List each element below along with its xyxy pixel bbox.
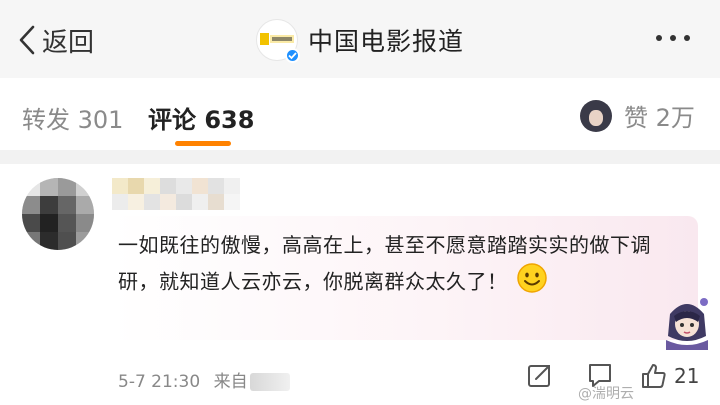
thumbs-up-icon <box>642 364 666 388</box>
tab-comments[interactable]: 评论 638 <box>148 100 254 135</box>
chevron-left-icon <box>19 25 35 55</box>
likes-label: 赞 2万 <box>624 104 695 132</box>
tab-likes[interactable]: 赞 2万 <box>580 98 695 133</box>
comment-text-block: 一如既往的傲慢，高高在上，甚至不愿意踏踏实实的做下调研，就知道人云亦云，你脱离群… <box>118 228 678 304</box>
comment-meta: 5-7 21:30 来自 <box>118 367 290 392</box>
commenter-name-pixelated[interactable] <box>112 176 242 210</box>
commenter-avatar[interactable] <box>22 178 94 250</box>
top-bar: 返回 中国电影报道 <box>0 0 720 78</box>
share-button[interactable] <box>527 362 553 392</box>
back-label: 返回 <box>42 27 95 58</box>
source-redacted <box>249 373 290 391</box>
tab-repost[interactable]: 转发 301 <box>22 100 123 135</box>
comment-timestamp: 5-7 21:30 <box>118 372 201 392</box>
account-header[interactable]: 中国电影报道 <box>256 18 465 63</box>
tab-bar: 转发 301 评论 638 赞 2万 <box>0 78 720 150</box>
active-tab-indicator <box>175 141 231 146</box>
smile-emoji-icon <box>516 262 548 304</box>
comment-source-prefix: 来自 <box>213 372 248 392</box>
comment-item: 一如既往的傲慢，高高在上，甚至不愿意踏踏实实的做下调研，就知道人云亦云，你脱离群… <box>0 164 720 405</box>
account-name: 中国电影报道 <box>308 27 465 56</box>
comment-text: 一如既往的傲慢，高高在上，甚至不愿意踏踏实实的做下调研，就知道人云亦云，你脱离群… <box>118 233 651 294</box>
back-button[interactable]: 返回 <box>18 22 94 58</box>
watermark: @湍明云 <box>578 386 634 402</box>
account-logo <box>260 33 294 45</box>
section-divider <box>0 150 720 164</box>
share-icon <box>528 365 550 387</box>
like-button[interactable]: 21 <box>640 362 699 390</box>
verified-badge-icon <box>285 48 300 63</box>
comment-bubble: 一如既往的傲慢，高高在上，甚至不愿意踏踏实实的做下调研，就知道人云亦云，你脱离群… <box>112 216 698 340</box>
avatar-decoration <box>666 298 708 350</box>
account-avatar[interactable] <box>256 19 300 63</box>
like-count: 21 <box>674 364 700 388</box>
more-dots-icon[interactable] <box>656 35 690 41</box>
liker-avatar <box>580 99 612 132</box>
